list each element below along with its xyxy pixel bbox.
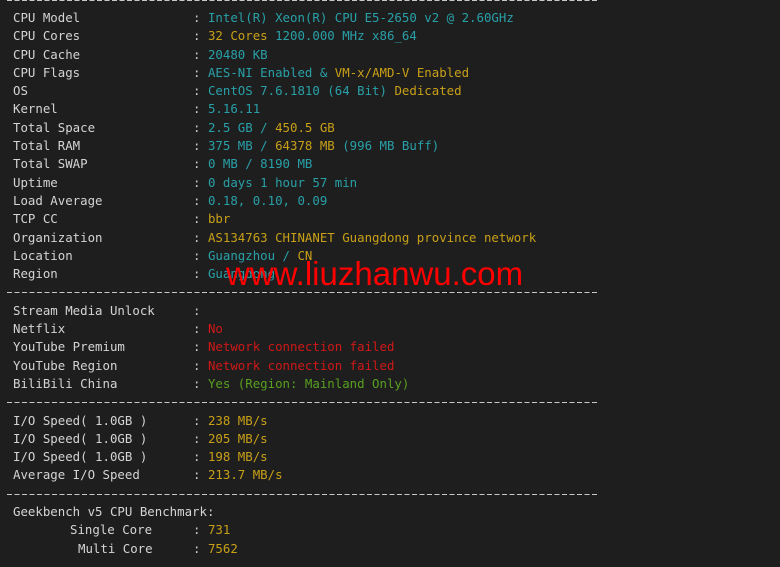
row-i-o-speed-1-0gb: I/O Speed( 1.0GB ): 238 MB/s	[6, 412, 606, 430]
separator	[6, 0, 606, 9]
row-i-o-speed-1-0gb: I/O Speed( 1.0GB ): 198 MB/s	[6, 448, 606, 466]
row-youtube-region: YouTube Region: Network connection faile…	[6, 357, 606, 375]
io-speed-section: I/O Speed( 1.0GB ): 238 MB/s I/O Speed( 1…	[6, 412, 606, 485]
row-value: 213.7 MB/s	[207, 467, 283, 483]
row-label: BiliBili China	[13, 375, 118, 391]
separator	[6, 393, 606, 411]
row-label: CPU Flags	[13, 64, 81, 80]
row-cpu-flags: CPU Flags: AES-NI Enabled & VM-x/AMD-V E…	[6, 64, 606, 82]
row-label: YouTube Premium	[13, 339, 125, 355]
row-label: Load Average	[13, 192, 103, 208]
row-value: 375 MB /	[207, 138, 276, 154]
row-os: OS: CentOS 7.6.1810 (64 Bit) Dedicated	[6, 82, 606, 100]
row-label: YouTube Region	[13, 357, 118, 373]
row-value: Intel(R) Xeon(R) CPU E5-2650 v2 @ 2.60GH…	[207, 10, 514, 25]
row-value: 5.16.11	[207, 101, 261, 117]
row-cpu-model: CPU Model: Intel(R) Xeon(R) CPU E5-2650 …	[6, 9, 606, 27]
row-label: Total Space	[13, 119, 96, 135]
row-value: Network connection failed	[207, 339, 395, 355]
row-value: Yes (Region: Mainland Only)	[207, 375, 410, 391]
system-info-section: CPU Model: Intel(R) Xeon(R) CPU E5-2650 …	[6, 9, 606, 283]
row-bilibili-china: BiliBili China: Yes (Region: Mainland On…	[6, 375, 606, 393]
row-label: Location	[13, 247, 73, 263]
stream-media-header-row: Stream Media Unlock:	[6, 302, 606, 320]
stream-media-section: Netflix: No YouTube Premium: Network conn…	[6, 320, 606, 393]
row-label: CPU Cache	[13, 46, 81, 62]
row-value: 0 days 1 hour 57 min	[207, 174, 358, 190]
row-value: AS134763 CHINANET Guangdong province net…	[207, 229, 537, 245]
row-uptime: Uptime: 0 days 1 hour 57 min	[6, 174, 606, 192]
single-core-value: 731	[207, 522, 231, 538]
row-label: Total SWAP	[13, 156, 88, 172]
row-value: (996 MB Buff)	[334, 138, 440, 154]
row-i-o-speed-1-0gb: I/O Speed( 1.0GB ): 205 MB/s	[6, 430, 606, 448]
row-value: 32 Cores	[207, 28, 268, 44]
geekbench-header-row: Geekbench v5 CPU Benchmark:	[6, 503, 606, 521]
row-value: 20480 KB	[207, 46, 268, 62]
row-label: Total RAM	[13, 138, 81, 154]
row-average-i-o-speed: Average I/O Speed: 213.7 MB/s	[6, 466, 606, 484]
row-youtube-premium: YouTube Premium: Network connection fail…	[6, 338, 606, 356]
row-label: I/O Speed( 1.0GB )	[13, 412, 148, 428]
row-value: 0 MB / 8190 MB	[207, 156, 313, 172]
row-value: 0.18, 0.10, 0.09	[207, 192, 328, 208]
row-value: 450.5 GB	[275, 119, 335, 135]
row-value: 2.5 GB /	[207, 119, 276, 135]
row-label: Kernel	[13, 101, 58, 117]
row-value: Dedicated	[394, 83, 462, 99]
row-value: 198 MB/s	[207, 449, 268, 465]
row-value: Network connection failed	[207, 357, 395, 373]
dashed-line	[7, 402, 597, 404]
row-value: VM-x/AMD-V Enabled	[334, 64, 470, 80]
single-core-label: Single Core	[70, 522, 153, 538]
row-load-average: Load Average: 0.18, 0.10, 0.09	[6, 192, 606, 210]
row-label: Average I/O Speed	[13, 467, 140, 483]
row-label: CPU Model	[13, 10, 81, 25]
row-netflix: Netflix: No	[6, 320, 606, 338]
row-cpu-cache: CPU Cache: 20480 KB	[6, 46, 606, 64]
row-value: 1200.000 MHz x86_64	[267, 28, 417, 44]
row-cpu-cores: CPU Cores: 32 Cores 1200.000 MHz x86_64	[6, 27, 606, 45]
row-value: AES-NI Enabled &	[207, 64, 335, 80]
row-label: I/O Speed( 1.0GB )	[13, 430, 148, 446]
dashed-line	[7, 0, 597, 1]
row-label: Organization	[13, 229, 103, 245]
row-kernel: Kernel: 5.16.11	[6, 100, 606, 118]
separator	[6, 485, 606, 503]
row-tcp-cc: TCP CC: bbr	[6, 210, 606, 228]
row-label: TCP CC	[13, 211, 58, 227]
row-label: Netflix	[13, 321, 66, 337]
watermark: www.liuzhanwu.com	[226, 255, 524, 292]
row-total-ram: Total RAM: 375 MB / 64378 MB (996 MB Buf…	[6, 137, 606, 155]
row-label: Region	[13, 266, 58, 282]
row-organization: Organization: AS134763 CHINANET Guangdon…	[6, 229, 606, 247]
geekbench-multi-row: Multi Core: 7562	[6, 540, 606, 558]
dashed-line	[7, 493, 597, 495]
row-label: CPU Cores	[13, 28, 81, 44]
row-total-space: Total Space: 2.5 GB / 450.5 GB	[6, 119, 606, 137]
row-label: I/O Speed( 1.0GB )	[13, 449, 148, 465]
row-value: 64378 MB	[275, 138, 335, 154]
row-total-swap: Total SWAP: 0 MB / 8190 MB	[6, 155, 606, 173]
stream-media-header: Stream Media Unlock	[13, 302, 155, 318]
row-value: No	[207, 321, 223, 337]
multi-core-label: Multi Core	[78, 540, 153, 556]
row-value: CentOS 7.6.1810 (64 Bit)	[207, 83, 395, 99]
geekbench-single-row: Single Core: 731	[6, 521, 606, 539]
row-label: Uptime	[13, 174, 58, 190]
geekbench-header: Geekbench v5 CPU Benchmark:	[13, 504, 215, 520]
multi-core-value: 7562	[207, 540, 238, 556]
row-value: 205 MB/s	[207, 430, 268, 446]
row-value: 238 MB/s	[207, 412, 268, 428]
row-label: OS	[13, 83, 28, 99]
colon: :	[193, 302, 201, 318]
row-value: bbr	[207, 211, 231, 227]
